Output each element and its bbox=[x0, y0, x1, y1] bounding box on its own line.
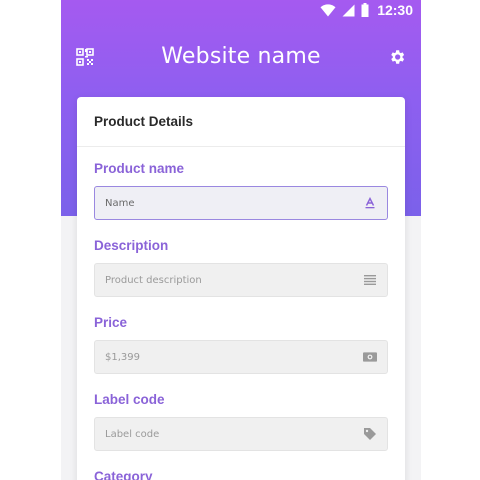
status-icons: 12:30 bbox=[320, 0, 413, 20]
app-title: Website name bbox=[161, 44, 321, 69]
status-time: 12:30 bbox=[377, 2, 413, 18]
card-title: Product Details bbox=[94, 114, 194, 129]
description-input[interactable]: Product description bbox=[94, 263, 388, 297]
category-field: Category bbox=[94, 468, 388, 480]
status-bar: 12:30 bbox=[61, 0, 421, 20]
app-bar: Website name bbox=[61, 36, 421, 80]
wifi-icon bbox=[320, 3, 336, 16]
price-placeholder: $1,399 bbox=[105, 351, 140, 363]
tag-icon bbox=[363, 427, 377, 441]
battery-icon bbox=[361, 3, 369, 17]
card-header: Product Details bbox=[77, 97, 405, 147]
product-name-label: Product name bbox=[94, 161, 185, 176]
price-input[interactable]: $1,399 bbox=[94, 340, 388, 374]
category-label: Category bbox=[94, 469, 153, 480]
label-code-input[interactable]: Label code bbox=[94, 417, 388, 451]
label-code-placeholder: Label code bbox=[105, 428, 160, 440]
product-name-placeholder: Name bbox=[105, 197, 135, 209]
label-code-label: Label code bbox=[94, 392, 165, 407]
phone-screen: 12:30 Website name Product Details Produ… bbox=[61, 0, 421, 480]
money-bill-icon bbox=[363, 350, 377, 364]
price-label: Price bbox=[94, 315, 128, 330]
product-name-input[interactable]: Name bbox=[94, 186, 388, 220]
signal-icon bbox=[342, 4, 355, 16]
description-placeholder: Product description bbox=[105, 274, 202, 286]
product-details-card: Product Details Product name Name Descri… bbox=[77, 97, 405, 480]
gear-icon[interactable] bbox=[388, 48, 406, 66]
list-lines-icon bbox=[363, 273, 377, 287]
description-field: Description Product description bbox=[94, 237, 388, 297]
product-name-field: Product name Name bbox=[94, 160, 388, 220]
description-label: Description bbox=[94, 238, 169, 253]
price-field: Price $1,399 bbox=[94, 314, 388, 374]
text-format-icon bbox=[363, 196, 377, 210]
label-code-field: Label code Label code bbox=[94, 391, 388, 451]
